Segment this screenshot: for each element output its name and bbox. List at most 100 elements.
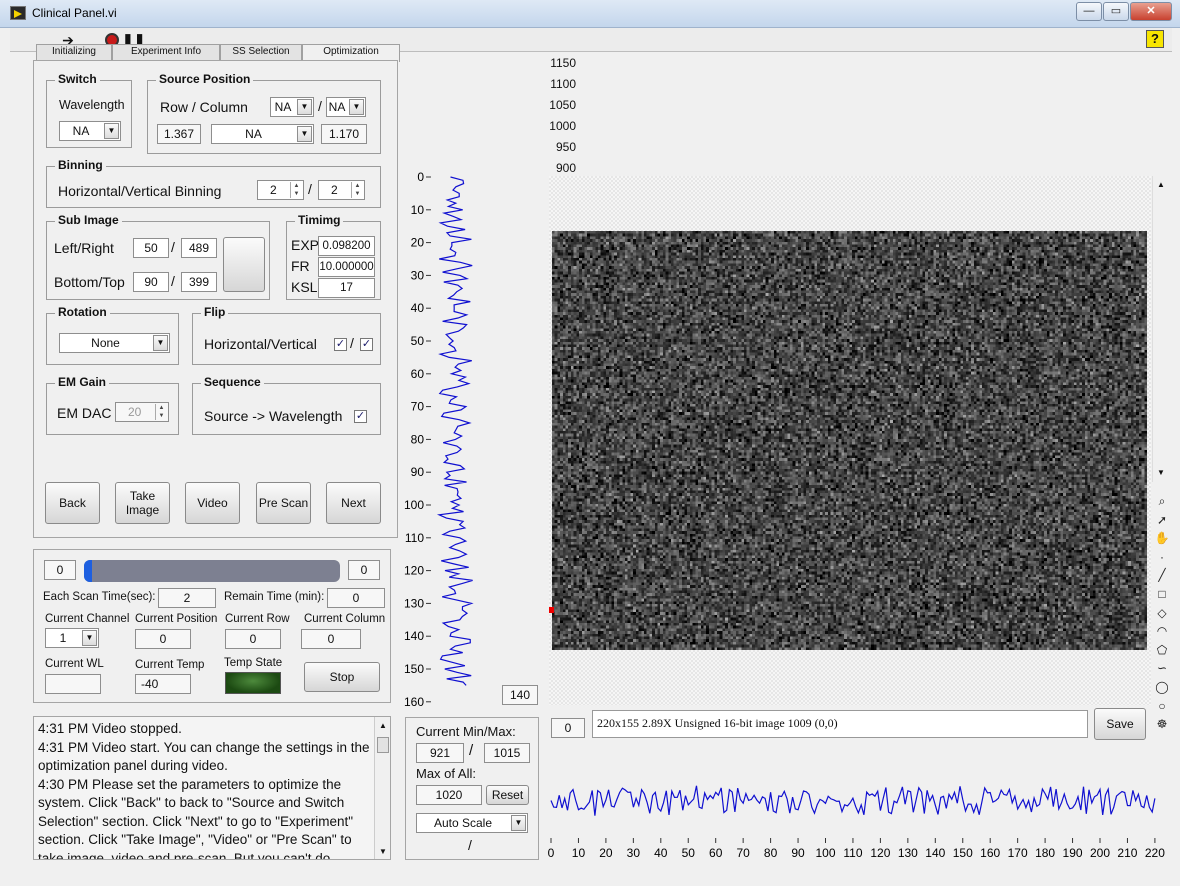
binning-label: Horizontal/Vertical Binning xyxy=(58,183,222,199)
autoscale-select[interactable]: Auto Scale ▼ xyxy=(416,813,528,833)
remain-time-label: Remain Time (min): xyxy=(224,591,325,603)
help-icon[interactable]: ? xyxy=(1146,30,1164,48)
maximize-button[interactable]: ▭ xyxy=(1103,2,1129,21)
hprofile-tick-label: 140 xyxy=(925,846,945,860)
whole-image-button[interactable] xyxy=(223,237,265,292)
right-input[interactable]: 489 xyxy=(181,238,217,258)
horizontal-flip-checkbox[interactable]: ✓ xyxy=(334,338,347,351)
hprofile-tick-label: 160 xyxy=(980,846,1000,860)
scroll-down-icon[interactable]: ▼ xyxy=(1157,468,1165,477)
scroll-up-icon[interactable]: ▲ xyxy=(1157,180,1165,189)
hprofile-tick-label: 60 xyxy=(709,846,723,860)
vertical-binning-input[interactable]: 2 ▲ ▼ xyxy=(318,180,365,200)
flip-separator: / xyxy=(350,335,354,351)
rotation-select[interactable]: None ▼ xyxy=(59,333,170,353)
rectangle-icon[interactable]: □ xyxy=(1154,586,1170,602)
hprofile-tick-label: 20 xyxy=(599,846,613,860)
back-button[interactable]: Back xyxy=(45,482,100,524)
save-button[interactable]: Save xyxy=(1094,708,1146,740)
line-icon[interactable]: ╱ xyxy=(1154,567,1170,583)
image-display[interactable] xyxy=(549,176,1151,705)
vertical-flip-checkbox[interactable]: ✓ xyxy=(360,338,373,351)
image-info-text: 220x155 2.89X Unsigned 16-bit image 1009… xyxy=(597,716,838,730)
vprofile-tick-label: 10 xyxy=(411,203,425,217)
current-wl-label: Current WL xyxy=(45,658,104,670)
tool-icon[interactable]: ☸ xyxy=(1154,716,1170,732)
sequence-checkbox[interactable]: ✓ xyxy=(354,410,367,423)
message-log[interactable]: 4:31 PM Video stopped. 4:31 PM Video sta… xyxy=(33,716,391,860)
fr-input[interactable]: 10.000000 xyxy=(318,257,375,277)
camera-image[interactable] xyxy=(552,231,1147,650)
pan-icon[interactable]: ✋ xyxy=(1154,530,1170,546)
video-button[interactable]: Video xyxy=(185,482,240,524)
spinner-icon[interactable]: ▲ ▼ xyxy=(155,404,167,420)
binning-separator: / xyxy=(308,181,312,197)
remain-time-value: 0 xyxy=(327,588,385,608)
spinner-icon[interactable]: ▲ ▼ xyxy=(290,182,302,198)
scroll-thumb[interactable] xyxy=(377,737,389,753)
wavelength-select[interactable]: NA ▼ xyxy=(59,121,121,141)
log-scrollbar[interactable]: ▲ ▼ xyxy=(374,717,390,859)
vertical-profile-line xyxy=(436,176,474,686)
bottom-top-label: Bottom/Top xyxy=(54,274,125,290)
next-button[interactable]: Next xyxy=(326,482,381,524)
current-row-label: Current Row xyxy=(225,613,290,625)
reset-button[interactable]: Reset xyxy=(486,785,529,805)
current-max-value: 1015 xyxy=(484,743,530,763)
source-middle-select[interactable]: NA ▼ xyxy=(211,124,314,144)
left-input[interactable]: 50 xyxy=(133,238,169,258)
sequence-title: Sequence xyxy=(201,375,264,389)
annulus-icon[interactable]: ◠ xyxy=(1154,623,1170,639)
status-panel: 0 0 Each Scan Time(sec): 2 Remain Time (… xyxy=(33,549,391,703)
polygon-icon[interactable]: ⬠ xyxy=(1154,642,1170,658)
stop-button[interactable]: Stop xyxy=(304,662,380,692)
horizontal-profile-plot: 0 10 20 30 40 50 60 70 80 90 100 110 120 130 140 150 160… xyxy=(548,785,1165,860)
ksl-input[interactable]: 17 xyxy=(318,278,375,298)
row-select[interactable]: NA ▼ xyxy=(270,97,314,117)
oval-icon[interactable]: ◯ xyxy=(1154,679,1170,695)
title-bar: Clinical Panel.vi — ▭ ✕ xyxy=(0,0,1180,28)
current-row-value: 0 xyxy=(225,629,281,649)
take-image-button[interactable]: Take Image xyxy=(115,482,170,524)
pointer-icon[interactable]: ➚ xyxy=(1154,512,1170,528)
exp-input[interactable]: 0.098200 xyxy=(318,236,375,256)
scroll-down-icon[interactable]: ▼ xyxy=(379,847,387,856)
vprofile-tick-label: 50 xyxy=(411,334,425,348)
max-of-all-label: Max of All: xyxy=(416,766,476,781)
progress-start-value: 0 xyxy=(44,560,76,580)
column-select[interactable]: NA ▼ xyxy=(326,97,366,117)
log-entry: 4:31 PM Video start. You can change the … xyxy=(38,739,370,774)
em-dac-input[interactable]: 20 ▲ ▼ xyxy=(115,402,169,422)
bottom-input[interactable]: 90 xyxy=(133,272,169,292)
zoom-icon[interactable]: ⌕ xyxy=(1154,493,1170,509)
ellipse-icon[interactable]: ○ xyxy=(1154,698,1170,714)
chevron-down-icon: ▼ xyxy=(153,335,168,351)
progress-thumb[interactable] xyxy=(84,560,92,582)
rotated-rectangle-icon[interactable]: ◇ xyxy=(1154,605,1170,621)
hprofile-tick-label: 120 xyxy=(870,846,890,860)
image-cursor-field[interactable]: 0 xyxy=(551,718,585,738)
left-right-label: Left/Right xyxy=(54,240,114,256)
timing-group: Timimg EXP 0.098200 FR 10.000000 KSL 17 xyxy=(286,213,381,300)
current-channel-select[interactable]: 1 ▼ xyxy=(45,628,99,648)
intensity-tick: 1000 xyxy=(549,119,576,133)
top-input[interactable]: 399 xyxy=(181,272,217,292)
hprofile-tick-label: 80 xyxy=(764,846,778,860)
vertical-binning-value: 2 xyxy=(331,183,338,197)
hprofile-tick-label: 40 xyxy=(654,846,668,860)
vertical-profile-value: 140 xyxy=(502,685,538,705)
vprofile-tick-label: 100 xyxy=(404,498,424,512)
horizontal-binning-input[interactable]: 2 ▲ ▼ xyxy=(257,180,304,200)
image-scrollbar[interactable]: ▲ ▼ xyxy=(1152,176,1168,482)
rotation-title: Rotation xyxy=(55,305,110,319)
freehand-icon[interactable]: ∽ xyxy=(1154,660,1170,676)
pre-scan-button[interactable]: Pre Scan xyxy=(256,482,311,524)
scroll-up-icon[interactable]: ▲ xyxy=(379,721,387,730)
minmax-separator: / xyxy=(469,742,474,759)
source-right-value: 1.170 xyxy=(321,124,367,144)
close-button[interactable]: ✕ xyxy=(1130,2,1172,21)
row-cursor-marker[interactable] xyxy=(549,607,554,613)
point-icon[interactable]: · xyxy=(1154,549,1170,565)
minimize-button[interactable]: — xyxy=(1076,2,1102,21)
spinner-icon[interactable]: ▲ ▼ xyxy=(351,182,363,198)
